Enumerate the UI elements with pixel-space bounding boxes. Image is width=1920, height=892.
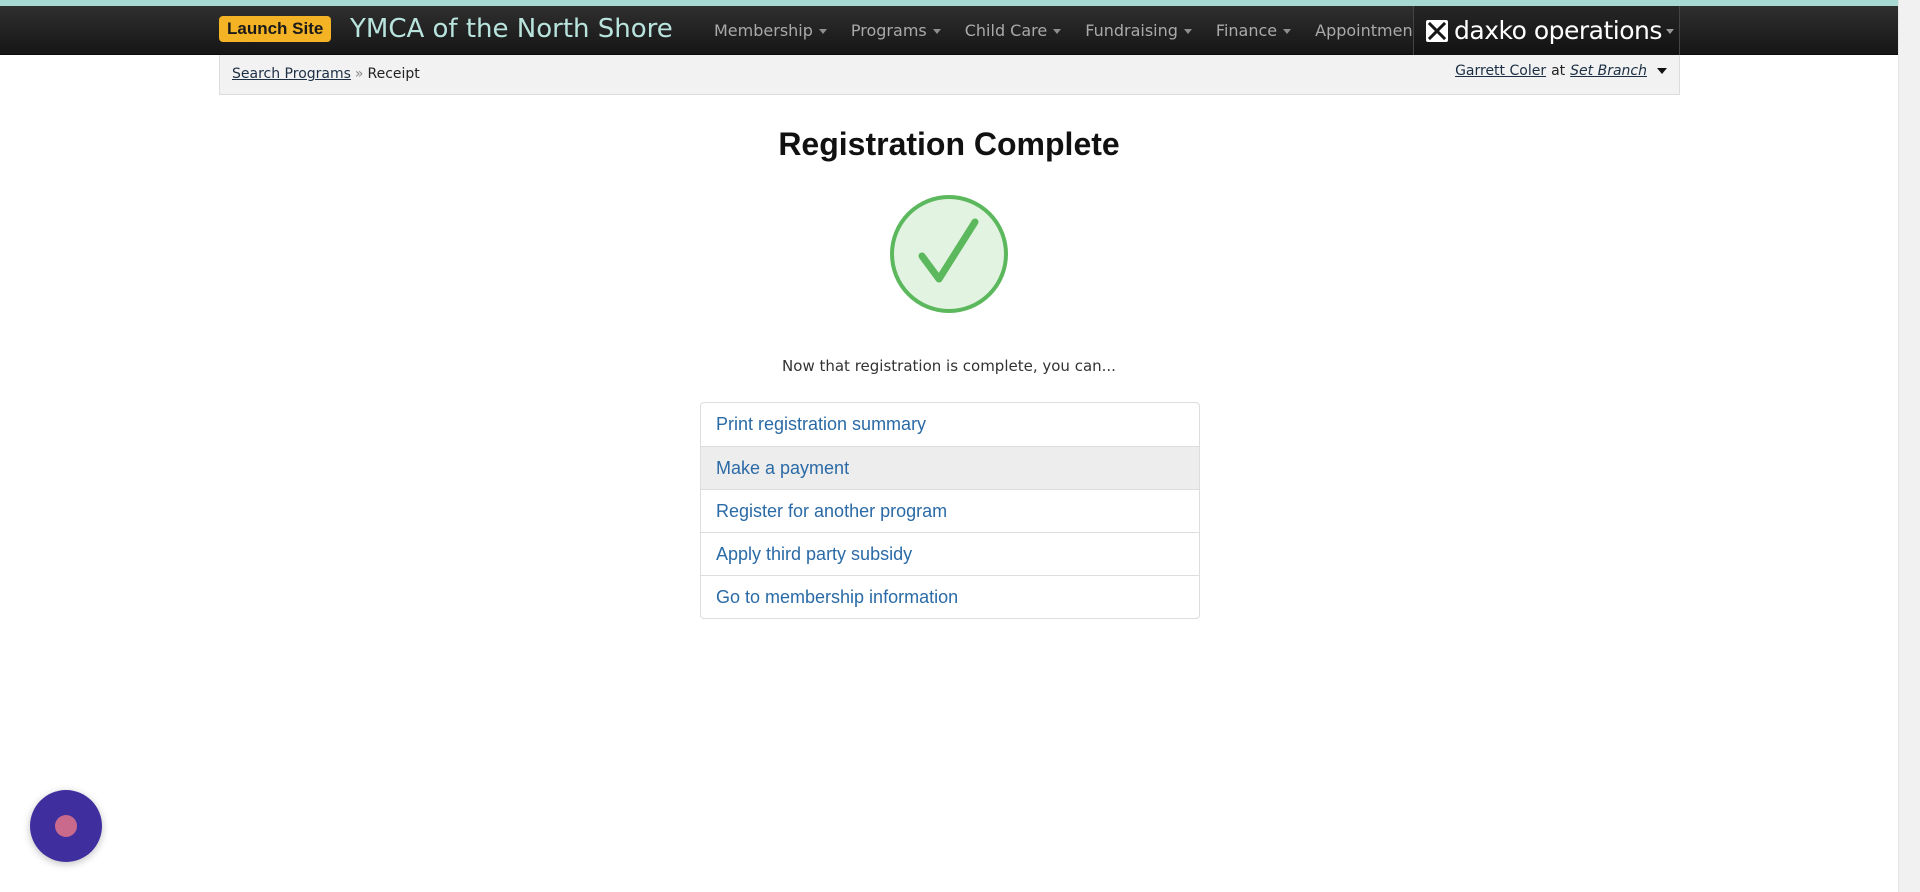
chat-widget-button[interactable] (30, 790, 102, 862)
caret-down-icon (932, 29, 941, 34)
nav-label: Programs (850, 21, 927, 40)
next-actions-list: Print registration summary Make a paymen… (700, 402, 1200, 619)
org-title[interactable]: YMCA of the North Shore (350, 12, 673, 46)
set-branch-link[interactable]: Set Branch (1570, 63, 1647, 79)
caret-down-icon (1283, 29, 1292, 34)
membership-info-link[interactable]: Go to membership information (701, 575, 1199, 618)
nav-membership[interactable]: Membership (702, 6, 839, 55)
register-another-link[interactable]: Register for another program (701, 489, 1199, 532)
page-title: Registration Complete (778, 126, 1120, 162)
nav-finance[interactable]: Finance (1204, 6, 1303, 55)
intro-text: Now that registration is complete, you c… (782, 357, 1116, 375)
chat-dot-icon (55, 815, 77, 837)
nav-label: Fundraising (1085, 21, 1178, 40)
nav-label: Appointments (1315, 21, 1428, 40)
main-nav: Membership Programs Child Care Fundraisi… (702, 6, 1453, 55)
nav-label: Child Care (964, 21, 1048, 40)
caret-down-icon (1183, 29, 1192, 34)
success-check-icon (889, 194, 1009, 314)
nav-programs[interactable]: Programs (839, 6, 953, 55)
nav-child-care[interactable]: Child Care (953, 6, 1074, 55)
daxko-brand-menu[interactable]: daxko operations (1413, 6, 1680, 55)
user-at-text: at (1551, 63, 1566, 79)
caret-down-icon (818, 29, 827, 34)
brand-name: daxko operations (1454, 16, 1662, 45)
launch-site-button[interactable]: Launch Site (219, 16, 332, 42)
breadcrumb-bar: Search Programs» Receipt Garrett Coler at… (219, 55, 1680, 95)
daxko-logo-icon (1426, 19, 1448, 42)
breadcrumb-search-programs[interactable]: Search Programs (232, 66, 351, 82)
user-name-link[interactable]: Garrett Coler (1455, 63, 1546, 79)
caret-down-icon (1053, 29, 1062, 34)
make-payment-link[interactable]: Make a payment (701, 446, 1199, 489)
top-navbar: Launch Site YMCA of the North Shore Memb… (0, 0, 1898, 55)
user-branch-area: Garrett Coler at Set Branch (1455, 63, 1667, 79)
breadcrumb-separator: » (354, 66, 364, 82)
nav-fundraising[interactable]: Fundraising (1073, 6, 1204, 55)
print-summary-link[interactable]: Print registration summary (701, 403, 1199, 446)
nav-label: Finance (1215, 21, 1278, 40)
navbar-inner: Launch Site YMCA of the North Shore Memb… (219, 6, 1680, 55)
nav-label: Membership (714, 21, 813, 40)
breadcrumb: Search Programs» Receipt (232, 66, 420, 82)
apply-subsidy-link[interactable]: Apply third party subsidy (701, 532, 1199, 575)
page-scrollbar[interactable] (1898, 0, 1920, 892)
user-menu-caret-icon[interactable] (1657, 68, 1667, 74)
breadcrumb-current: Receipt (367, 66, 420, 82)
caret-down-icon (1665, 29, 1674, 34)
